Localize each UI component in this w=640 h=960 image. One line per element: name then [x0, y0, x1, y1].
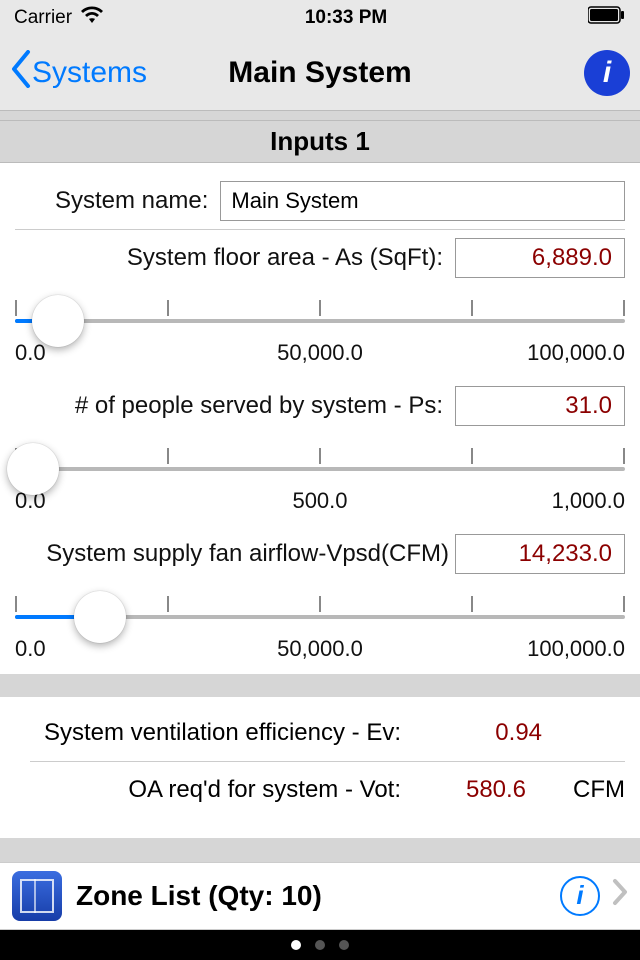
- back-button[interactable]: Systems: [10, 50, 147, 95]
- back-label: Systems: [32, 56, 147, 90]
- spacer: [0, 838, 640, 861]
- zone-list-row[interactable]: Zone List (Qty: 10) i: [0, 862, 640, 930]
- slider-thumb[interactable]: [32, 295, 84, 347]
- page-dot[interactable]: [339, 940, 349, 950]
- slider-thumb[interactable]: [7, 443, 59, 495]
- vot-unit: CFM: [573, 776, 625, 804]
- zone-icon: [12, 871, 62, 921]
- airflow-slider[interactable]: [15, 604, 625, 630]
- airflow-label: System supply fan airflow-Vpsd(CFM): [15, 540, 455, 568]
- floor-area-slider[interactable]: [15, 308, 625, 334]
- info-icon: i: [576, 880, 583, 911]
- battery-icon: [588, 6, 626, 30]
- people-slider[interactable]: [15, 456, 625, 482]
- page-indicator[interactable]: [0, 930, 640, 960]
- chevron-right-icon: [612, 878, 628, 914]
- zone-info-button[interactable]: i: [560, 876, 600, 916]
- people-label: # of people served by system - Ps:: [15, 392, 455, 420]
- inputs-panel: System name: System floor area - As (SqF…: [0, 163, 640, 674]
- people-scale: 0.0 500.0 1,000.0: [15, 488, 625, 514]
- info-icon: i: [603, 56, 611, 90]
- section-header-inputs: Inputs 1: [0, 120, 640, 163]
- nav-bar: Systems Main System i: [0, 36, 640, 111]
- floor-area-input[interactable]: [455, 238, 625, 278]
- status-time: 10:33 PM: [305, 7, 387, 29]
- spacer: [0, 111, 640, 120]
- vot-label: OA req'd for system - Vot:: [30, 776, 425, 804]
- spacer: [0, 674, 640, 697]
- ev-label: System ventilation efficiency - Ev:: [30, 719, 425, 747]
- airflow-input[interactable]: [455, 534, 625, 574]
- page-dot[interactable]: [315, 940, 325, 950]
- outputs-panel: System ventilation efficiency - Ev: 0.94…: [0, 697, 640, 838]
- wifi-icon: [80, 6, 104, 30]
- zone-list-label: Zone List (Qty: 10): [76, 880, 560, 912]
- slider-thumb[interactable]: [74, 591, 126, 643]
- carrier-label: Carrier: [14, 7, 72, 29]
- floor-area-scale: 0.0 50,000.0 100,000.0: [15, 340, 625, 366]
- status-bar: Carrier 10:33 PM: [0, 0, 640, 36]
- info-button[interactable]: i: [584, 50, 630, 96]
- ev-value: 0.94: [425, 719, 612, 747]
- system-name-input[interactable]: [220, 181, 625, 221]
- system-name-label: System name:: [15, 187, 220, 215]
- floor-area-label: System floor area - As (SqFt):: [15, 244, 455, 272]
- chevron-left-icon: [10, 50, 32, 95]
- vot-value: 580.6: [425, 776, 567, 804]
- page-dot[interactable]: [291, 940, 301, 950]
- people-input[interactable]: [455, 386, 625, 426]
